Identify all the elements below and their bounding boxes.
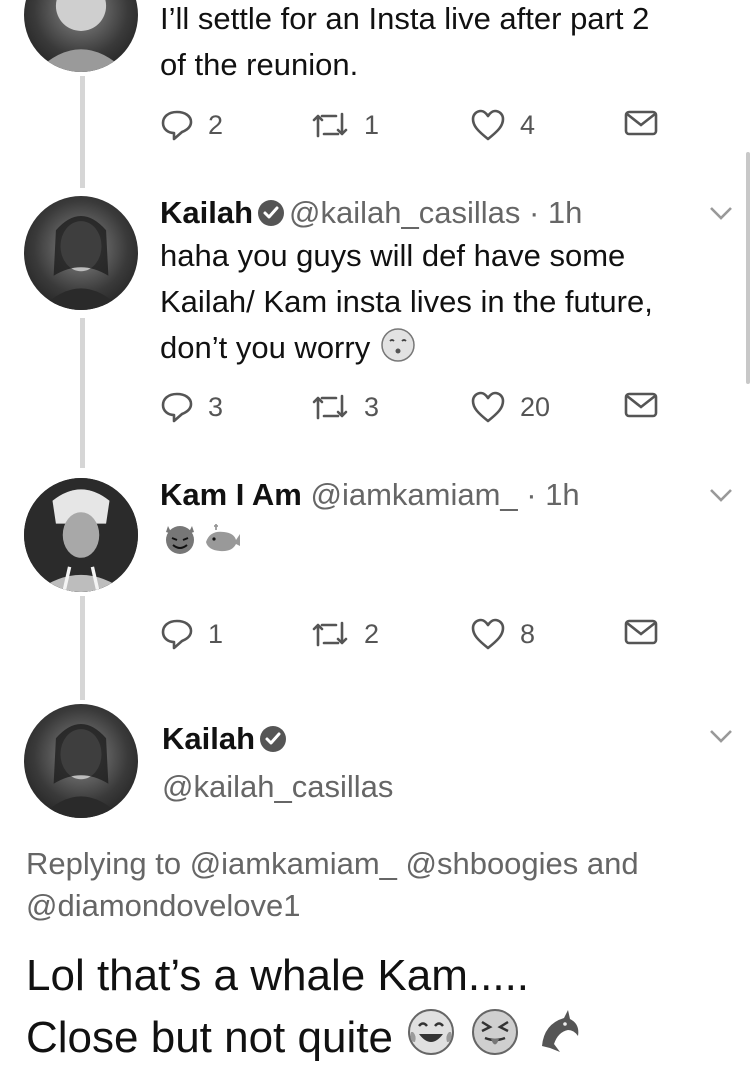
tweet-header: Kailah @kailah_casillas · 1h	[160, 190, 582, 236]
tweet-text-line: don’t you worry	[160, 330, 371, 365]
tweet-text-line: Lol that’s a whale Kam.....	[26, 951, 530, 1000]
tweet-text-line: haha you guys will def have some	[160, 238, 626, 273]
thread-line-3	[80, 596, 85, 700]
avatar[interactable]	[24, 478, 138, 592]
squinting-tongue-emoji-icon	[472, 1009, 519, 1055]
display-name[interactable]: Kailah	[160, 195, 253, 230]
reply-count: 1	[208, 618, 224, 649]
tweet-text: I’ll settle for an Insta live after part…	[160, 0, 649, 88]
retweet-icon	[312, 621, 348, 647]
tweet-text-line: Kailah/ Kam insta lives in the future,	[160, 284, 653, 319]
handle-time: @iamkamiam_ · 1h	[310, 477, 580, 512]
kissing-face-emoji-icon	[381, 328, 415, 362]
thread-line-2	[80, 318, 85, 468]
retweet-icon	[312, 394, 348, 420]
verified-icon	[258, 200, 285, 226]
reply-count: 2	[208, 109, 224, 140]
display-name[interactable]: Kailah	[162, 721, 255, 756]
retweet-icon	[312, 112, 348, 138]
direct-message-button[interactable]	[624, 108, 658, 138]
like-icon	[471, 391, 505, 423]
like-icon	[471, 109, 505, 141]
direct-message-button[interactable]	[624, 617, 658, 647]
smiling-devil-emoji-icon	[166, 526, 194, 554]
thread-line-1	[80, 76, 85, 188]
tweet-actions: 1 2 8	[160, 617, 680, 657]
reply-count: 3	[208, 391, 224, 422]
retweet-count: 2	[364, 618, 380, 649]
direct-message-icon	[624, 619, 658, 645]
reply-icon	[161, 619, 193, 650]
like-count: 20	[520, 391, 551, 422]
direct-message-icon	[624, 110, 658, 136]
tweet-actions: 3 3 20	[160, 390, 680, 430]
chevron-down-icon[interactable]	[708, 728, 734, 744]
reply-button[interactable]: 2	[160, 108, 223, 142]
replying-to-line[interactable]: Replying to @iamkamiam_ @shboogies and	[26, 843, 726, 885]
reply-button[interactable]: 1	[160, 617, 223, 651]
avatar[interactable]	[24, 0, 138, 72]
display-name[interactable]: Kam I Am	[160, 477, 302, 512]
tweet-text-line: of the reunion.	[160, 47, 359, 82]
retweet-count: 1	[364, 109, 380, 140]
like-button[interactable]: 8	[470, 617, 535, 651]
reply-icon	[161, 392, 193, 423]
retweet-button[interactable]: 1	[310, 108, 379, 142]
tweet-actions: 2 1 4	[160, 108, 680, 148]
main-tweet-text: Lol that’s a whale Kam..... Close but no…	[26, 946, 586, 1068]
tweet-emojis	[162, 520, 242, 561]
avatar[interactable]	[24, 196, 138, 310]
tweet-text-line: I’ll settle for an Insta live after part…	[160, 1, 650, 36]
tears-of-joy-emoji-icon	[408, 1009, 455, 1055]
tweet-text: haha you guys will def have some Kailah/…	[160, 233, 653, 371]
avatar[interactable]	[24, 704, 138, 818]
retweet-count: 3	[364, 391, 380, 422]
like-count: 8	[520, 618, 536, 649]
verified-icon	[260, 726, 287, 752]
main-tweet-name[interactable]: Kailah	[162, 716, 291, 762]
replying-to: Replying to @iamkamiam_ @shboogies and @…	[26, 843, 726, 927]
tweet-header: Kam I Am @iamkamiam_ · 1h	[160, 472, 580, 518]
tweet-text-line: Close but not quite	[26, 1013, 393, 1062]
reply-icon	[161, 110, 193, 141]
chevron-down-icon[interactable]	[708, 205, 734, 221]
main-tweet-handle[interactable]: @kailah_casillas	[162, 764, 393, 810]
like-count: 4	[520, 109, 536, 140]
chevron-down-icon[interactable]	[708, 487, 734, 503]
replying-to-line[interactable]: @diamondovelove1	[26, 885, 726, 927]
whale-emoji-icon	[206, 524, 241, 552]
direct-message-icon	[624, 392, 658, 418]
like-button[interactable]: 20	[470, 390, 550, 424]
retweet-button[interactable]: 2	[310, 617, 379, 651]
dolphin-emoji-icon	[541, 1010, 578, 1052]
direct-message-button[interactable]	[624, 390, 658, 420]
like-icon	[471, 618, 505, 650]
reply-button[interactable]: 3	[160, 390, 223, 424]
handle-time: @kailah_casillas · 1h	[289, 195, 583, 230]
like-button[interactable]: 4	[470, 108, 535, 142]
scrollbar[interactable]	[746, 152, 750, 384]
retweet-button[interactable]: 3	[310, 390, 379, 424]
